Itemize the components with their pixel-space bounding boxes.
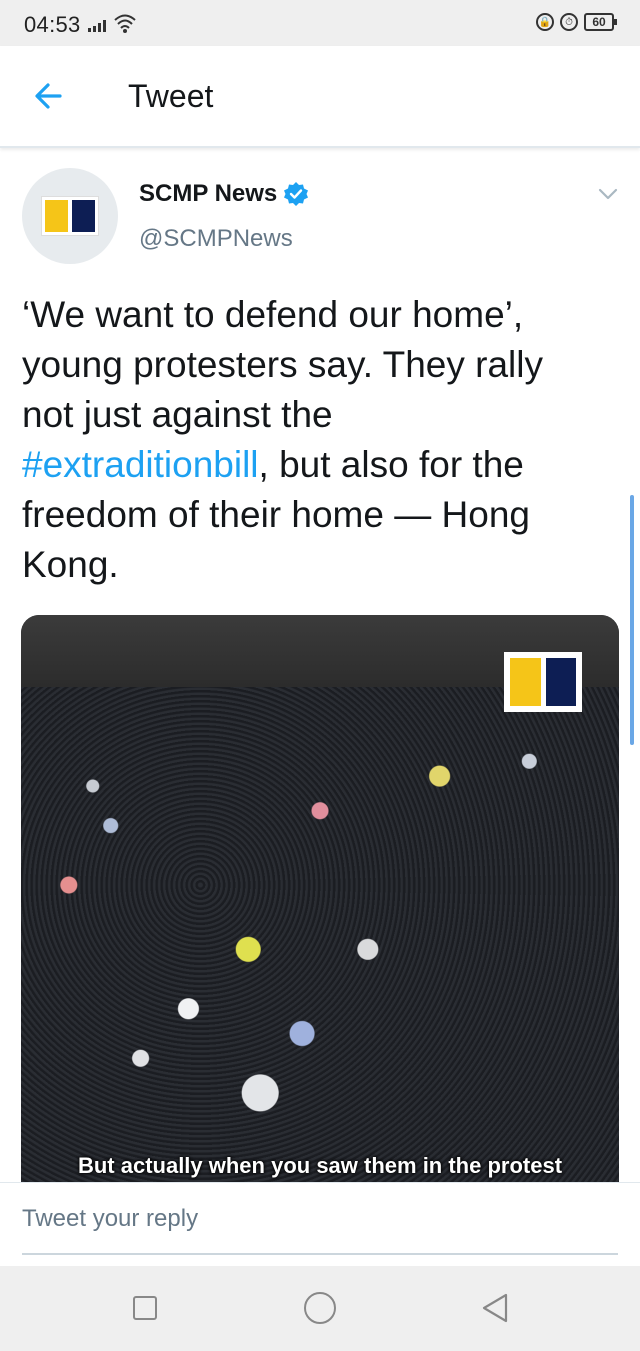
rotation-lock-icon: 🔒 [536,13,554,31]
author-name-text: SCMP News [139,180,278,207]
signal-icon [88,18,106,32]
recents-icon[interactable] [133,1296,157,1320]
system-nav-bar [0,1266,640,1351]
author-name[interactable]: SCMP News [139,180,309,208]
scrollbar[interactable] [630,495,634,745]
tweet-video[interactable]: But actually when you saw them in the pr… [21,615,619,1182]
app-header: Tweet [0,46,640,148]
wifi-icon [114,14,136,33]
reply-bar: Tweet your reply [0,1182,640,1267]
back-arrow-icon[interactable] [30,78,70,114]
chevron-down-icon[interactable] [596,184,620,204]
video-scmp-logo [504,652,582,712]
status-time: 04:53 [24,12,81,37]
home-icon[interactable] [304,1292,336,1324]
nav-back-icon[interactable] [480,1292,510,1324]
battery-icon: 60 [584,13,617,31]
reply-input[interactable]: Tweet your reply [22,1205,618,1255]
avatar[interactable] [22,168,118,264]
author-handle[interactable]: @SCMPNews [139,225,293,253]
page-title: Tweet [128,78,214,114]
alarm-icon: ⏱ [560,13,578,31]
video-subtitle: But actually when you saw them in the pr… [77,1153,563,1178]
status-bar: 04:53 🔒 ⏱ 60 [0,0,640,46]
hashtag-link[interactable]: #extraditionbill [22,444,259,485]
scmp-logo [41,196,99,236]
tweet-text: ‘We want to defend our home’, young prot… [22,290,582,590]
battery-level: 60 [592,15,606,29]
protest-crowd-image [21,687,619,1182]
tweet-text-part-1: ‘We want to defend our home’, young prot… [22,294,543,435]
verified-badge-icon [284,182,309,206]
